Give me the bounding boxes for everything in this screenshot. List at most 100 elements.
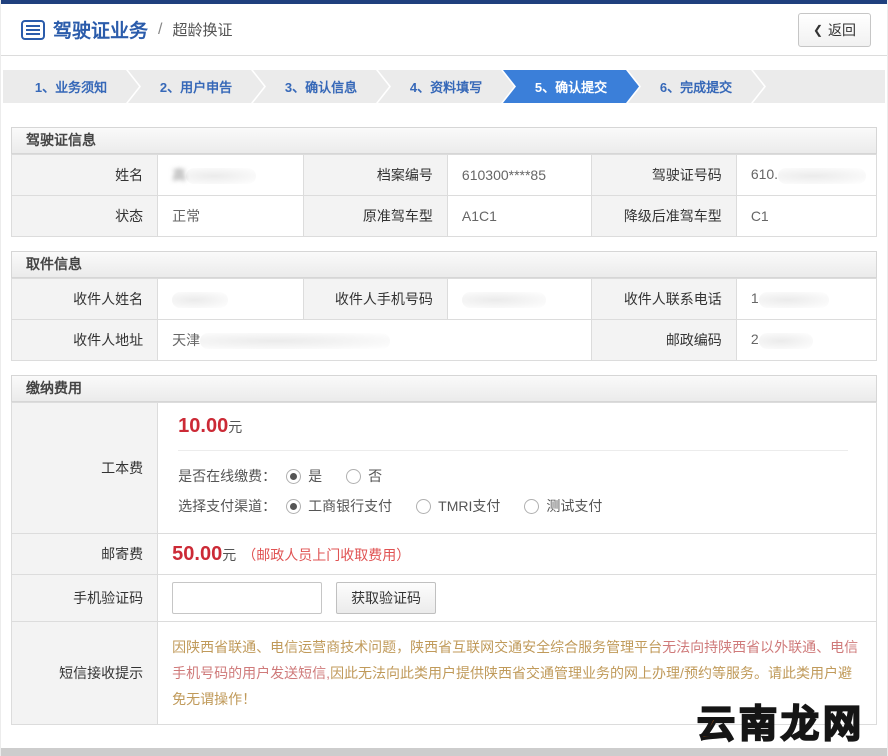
captcha-input[interactable] [172,582,323,614]
table-row: 姓名 高 档案编号 610300****85 驾驶证号码 610. [10,154,878,196]
bottom-gray-strip [1,748,887,756]
recipient-phone-label: 收件人手机号码 [303,278,448,320]
status-label: 状态 [10,195,159,237]
online-pay-no-option[interactable]: 否 [346,466,382,486]
recipient-phone-value [446,278,592,320]
license-section-title: 驾驶证信息 [11,127,877,154]
postfee-unit: 元 [222,546,237,563]
title-separator: / [158,20,163,38]
channel-icbc-option[interactable]: 工商银行支付 [286,496,392,516]
online-pay-yes-label: 是 [308,468,323,484]
step-2[interactable]: 2、用户申告 [128,70,264,103]
workfee-unit: 元 [228,419,243,435]
content: 驾驶证信息 姓名 高 档案编号 610300****85 驾驶证号码 610. … [1,127,887,756]
license-no-label: 驾驶证号码 [590,154,737,196]
redacted-area [758,332,813,349]
page-title: 驾驶证业务 [53,21,149,42]
step-3[interactable]: 3、确认信息 [253,70,389,103]
pay-channel-line: 选择支付渠道： 工商银行支付 TMRI支付 测试支付 [178,491,876,521]
workfee-label: 工本费 [10,402,159,534]
fee-table: 工本费 10.00元 是否在线缴费： 是 否 选择支付渠道： 工商银行支付 TM… [10,402,877,725]
radio-checked-icon[interactable] [286,498,302,514]
recipient-name-value [157,278,305,320]
sms-notice-label: 短信接收提示 [10,621,159,725]
back-chevron-icon: ❮ [812,22,823,37]
page: 驾驶证业务 / 超龄换证 ❮ 返回 1、业务须知 2、用户申告 3、确认信息 4… [0,0,888,756]
list-form-icon [21,19,45,40]
get-captcha-button[interactable]: 获取验证码 [336,582,437,614]
postfee-note: （邮政人员上门收取费用） [242,546,411,563]
fee-section-title: 缴纳费用 [11,375,877,402]
recipient-name-label: 收件人姓名 [10,278,159,320]
step-6[interactable]: 6、完成提交 [628,70,764,103]
name-label: 姓名 [10,154,159,196]
orig-class-value: A1C1 [446,195,592,237]
postfee-row: 邮寄费 50.00元 （邮政人员上门收取费用） [10,533,877,575]
step-4[interactable]: 4、资料填写 [378,70,514,103]
address-value: 天津 [157,319,592,361]
orig-class-label: 原准驾车型 [303,195,448,237]
redacted-area [461,291,546,308]
status-value: 正常 [157,195,305,237]
pickup-section-title: 取件信息 [11,251,877,278]
postfee-label: 邮寄费 [10,533,159,575]
online-pay-no-label: 否 [368,468,383,484]
pay-channel-label: 选择支付渠道： [178,498,277,514]
down-class-label: 降级后准驾车型 [590,195,737,237]
redacted-area [172,291,229,308]
postcode-value: 2 [735,319,878,361]
workfee-row: 工本费 10.00元 是否在线缴费： 是 否 选择支付渠道： 工商银行支付 TM… [10,402,877,534]
name-value: 高 [157,154,305,196]
table-row: 收件人姓名 收件人手机号码 收件人联系电话 1 [10,278,878,320]
sms-notice-row: 短信接收提示 因陕西省联通、电信运营商技术问题，陕西省互联网交通安全综合服务管理… [10,621,877,725]
license-info-table: 姓名 高 档案编号 610300****85 驾驶证号码 610. 状态 正常 … [10,154,878,237]
online-pay-line: 是否在线缴费： 是 否 [178,461,876,491]
captcha-row: 手机验证码 获取验证码 [10,574,877,622]
redacted-area [778,167,867,184]
sms-text-part1: 因陕西省联通、电信运营商技术问题，陕西省互联网交通安全综合服务管理平台 [172,639,663,655]
down-class-value: C1 [735,195,878,237]
step-1[interactable]: 1、业务须知 [3,70,139,103]
back-button[interactable]: ❮ 返回 [797,12,871,47]
page-subtitle: 超龄换证 [172,22,233,39]
redacted-area [186,168,257,185]
header: 驾驶证业务 / 超龄换证 ❮ 返回 [1,4,887,56]
workfee-cell: 10.00元 是否在线缴费： 是 否 选择支付渠道： 工商银行支付 TMRI支付… [157,402,877,534]
back-button-label: 返回 [828,21,856,38]
channel-test-label: 测试支付 [546,498,603,514]
channel-tmri-label: TMRI支付 [438,498,501,514]
step-bar-filler [753,70,885,103]
online-pay-yes-option[interactable]: 是 [286,466,322,486]
postfee-amount: 50.00 [172,542,223,565]
channel-test-option[interactable]: 测试支付 [524,496,602,516]
recipient-tel-label: 收件人联系电话 [590,278,737,320]
radio-unchecked-icon[interactable] [524,498,540,514]
captcha-label: 手机验证码 [10,574,159,622]
archive-no-label: 档案编号 [303,154,448,196]
postfee-cell: 50.00元 （邮政人员上门收取费用） [157,533,877,575]
pickup-info-table: 收件人姓名 收件人手机号码 收件人联系电话 1 收件人地址 天津 邮政编码 2 [10,278,878,361]
radio-unchecked-icon[interactable] [346,468,362,484]
divider [178,450,849,451]
step-5-active[interactable]: 5、确认提交 [503,70,639,103]
postcode-label: 邮政编码 [590,319,737,361]
online-pay-label: 是否在线缴费： [178,468,277,484]
breadcrumb: 驾驶证业务 / 超龄换证 [21,16,232,43]
sms-notice-text: 因陕西省联通、电信运营商技术问题，陕西省互联网交通安全综合服务管理平台无法向持陕… [157,621,877,725]
table-row: 状态 正常 原准驾车型 A1C1 降级后准驾车型 C1 [10,195,878,237]
fee-section: 缴纳费用 工本费 10.00元 是否在线缴费： 是 否 选择支付渠道： 工商银行… [10,375,877,725]
radio-checked-icon[interactable] [286,468,302,484]
redacted-area [200,333,391,350]
step-wizard: 1、业务须知 2、用户申告 3、确认信息 4、资料填写 5、确认提交 6、完成提… [3,70,885,103]
channel-icbc-label: 工商银行支付 [308,498,393,514]
license-no-value: 610. [735,154,878,196]
redacted-area [758,291,829,308]
workfee-amount-line: 10.00元 [178,415,876,438]
channel-tmri-option[interactable]: TMRI支付 [416,496,500,516]
radio-unchecked-icon[interactable] [416,498,432,514]
captcha-cell: 获取验证码 [157,574,877,622]
archive-no-value: 610300****85 [446,154,592,196]
recipient-tel-value: 1 [735,278,878,320]
license-info-section: 驾驶证信息 姓名 高 档案编号 610300****85 驾驶证号码 610. … [10,127,878,237]
address-label: 收件人地址 [10,319,159,361]
